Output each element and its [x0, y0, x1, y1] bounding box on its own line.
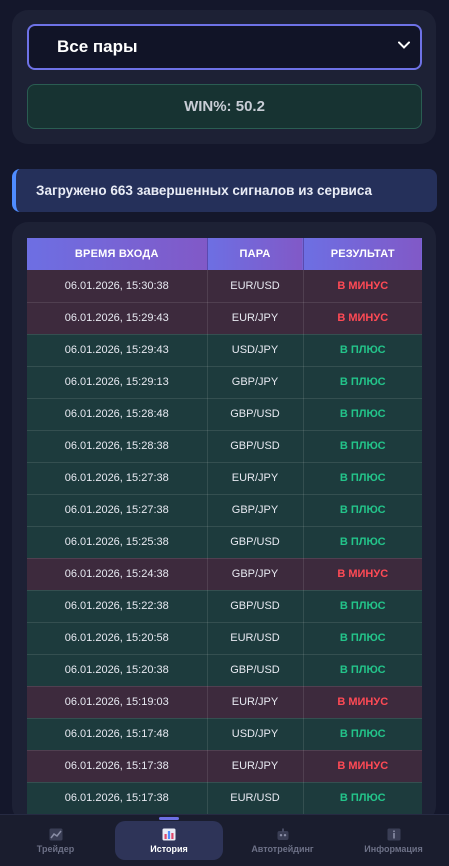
cell-result: В ПЛЮС: [303, 430, 422, 463]
nav-item-trader[interactable]: Трейдер: [0, 815, 111, 866]
pair-select-value: Все пары: [57, 37, 138, 56]
cell-entry-time: 06.01.2026, 15:17:48: [27, 718, 208, 751]
cell-result: В МИНУС: [303, 302, 422, 335]
cell-result: В ПЛЮС: [303, 654, 422, 687]
table-row: 06.01.2026, 15:25:38 GBP/USD В ПЛЮС: [27, 526, 422, 559]
nav-item-autotrading[interactable]: Автотрейдинг: [227, 815, 338, 866]
cell-pair: EUR/USD: [207, 622, 304, 655]
info-banner-text: Загружено 663 завершенных сигналов из се…: [36, 183, 373, 198]
winrate-label: WIN%: 50.2: [184, 98, 265, 115]
filter-card: Все пары WIN%: 50.2: [12, 10, 436, 144]
cell-entry-time: 06.01.2026, 15:27:38: [27, 462, 208, 495]
cell-entry-time: 06.01.2026, 15:20:38: [27, 654, 208, 687]
table-row: 06.01.2026, 15:29:43 USD/JPY В ПЛЮС: [27, 334, 422, 367]
table-row: 06.01.2026, 15:19:03 EUR/JPY В МИНУС: [27, 686, 422, 719]
cell-result: В ПЛЮС: [303, 494, 422, 527]
cell-entry-time: 06.01.2026, 15:27:38: [27, 494, 208, 527]
table-row: 06.01.2026, 15:27:38 EUR/JPY В ПЛЮС: [27, 462, 422, 495]
cell-result: В ПЛЮС: [303, 398, 422, 431]
table-row: 06.01.2026, 15:28:48 GBP/USD В ПЛЮС: [27, 398, 422, 431]
cell-pair: EUR/JPY: [207, 750, 304, 783]
history-table-card: Время входа Пара Результат 06.01.2026, 1…: [12, 222, 436, 822]
header-entry-time[interactable]: Время входа: [27, 238, 208, 270]
table-header-row: Время входа Пара Результат: [27, 238, 422, 270]
table-row: 06.01.2026, 15:20:38 GBP/USD В ПЛЮС: [27, 654, 422, 687]
nav-label-trader: Трейдер: [36, 843, 75, 854]
cell-result: В МИНУС: [303, 270, 422, 303]
page: Все пары WIN%: 50.2 Загружено 663 заверш…: [0, 0, 449, 866]
nav-label-autotrading: Автотрейдинг: [251, 843, 314, 854]
cell-pair: EUR/JPY: [207, 462, 304, 495]
cell-pair: GBP/USD: [207, 526, 304, 559]
cell-entry-time: 06.01.2026, 15:19:03: [27, 686, 208, 719]
cell-pair: EUR/JPY: [207, 686, 304, 719]
history-table: Время входа Пара Результат 06.01.2026, 1…: [27, 238, 422, 815]
cell-result: В ПЛЮС: [303, 622, 422, 655]
cell-entry-time: 06.01.2026, 15:29:43: [27, 302, 208, 335]
cell-entry-time: 06.01.2026, 15:17:38: [27, 750, 208, 783]
cell-result: В МИНУС: [303, 686, 422, 719]
cell-pair: USD/JPY: [207, 718, 304, 751]
cell-result: В ПЛЮС: [303, 366, 422, 399]
bottom-nav: Трейдер История Автотрейдинг Информация: [0, 814, 449, 866]
chevron-down-icon: [398, 40, 410, 52]
cell-pair: EUR/USD: [207, 270, 304, 303]
nav-item-info[interactable]: Информация: [338, 815, 449, 866]
table-row: 06.01.2026, 15:28:38 GBP/USD В ПЛЮС: [27, 430, 422, 463]
cell-pair: GBP/USD: [207, 430, 304, 463]
cell-result: В МИНУС: [303, 558, 422, 591]
nav-label-info: Информация: [364, 843, 423, 854]
cell-entry-time: 06.01.2026, 15:30:38: [27, 270, 208, 303]
cell-pair: GBP/JPY: [207, 558, 304, 591]
cell-entry-time: 06.01.2026, 15:29:13: [27, 366, 208, 399]
cell-pair: GBP/USD: [207, 590, 304, 623]
nav-item-history[interactable]: История: [115, 817, 223, 860]
cell-pair: GBP/USD: [207, 398, 304, 431]
cell-result: В МИНУС: [303, 750, 422, 783]
cell-entry-time: 06.01.2026, 15:28:48: [27, 398, 208, 431]
header-pair[interactable]: Пара: [207, 238, 304, 270]
info-icon: [387, 828, 400, 840]
cell-entry-time: 06.01.2026, 15:20:58: [27, 622, 208, 655]
nav-label-history: История: [150, 843, 188, 854]
table-row: 06.01.2026, 15:27:38 GBP/JPY В ПЛЮС: [27, 494, 422, 527]
cell-pair: USD/JPY: [207, 334, 304, 367]
cell-entry-time: 06.01.2026, 15:24:38: [27, 558, 208, 591]
chart-icon: [49, 828, 62, 840]
cell-entry-time: 06.01.2026, 15:28:38: [27, 430, 208, 463]
winrate-badge: WIN%: 50.2: [27, 84, 422, 129]
cell-entry-time: 06.01.2026, 15:22:38: [27, 590, 208, 623]
cell-pair: GBP/USD: [207, 654, 304, 687]
cell-result: В ПЛЮС: [303, 462, 422, 495]
table-row: 06.01.2026, 15:17:38 EUR/USD В ПЛЮС: [27, 782, 422, 815]
cell-pair: EUR/JPY: [207, 302, 304, 335]
cell-result: В ПЛЮС: [303, 590, 422, 623]
pair-select[interactable]: Все пары: [27, 24, 422, 70]
cell-pair: GBP/JPY: [207, 494, 304, 527]
table-row: 06.01.2026, 15:17:38 EUR/JPY В МИНУС: [27, 750, 422, 783]
cell-result: В ПЛЮС: [303, 334, 422, 367]
cell-entry-time: 06.01.2026, 15:29:43: [27, 334, 208, 367]
table-row: 06.01.2026, 15:29:43 EUR/JPY В МИНУС: [27, 302, 422, 335]
cell-result: В ПЛЮС: [303, 782, 422, 815]
history-icon: [162, 828, 176, 840]
info-banner: Загружено 663 завершенных сигналов из се…: [12, 169, 437, 212]
table-row: 06.01.2026, 15:24:38 GBP/JPY В МИНУС: [27, 558, 422, 591]
header-result[interactable]: Результат: [303, 238, 422, 270]
table-row: 06.01.2026, 15:20:58 EUR/USD В ПЛЮС: [27, 622, 422, 655]
table-row: 06.01.2026, 15:30:38 EUR/USD В МИНУС: [27, 270, 422, 303]
table-row: 06.01.2026, 15:17:48 USD/JPY В ПЛЮС: [27, 718, 422, 751]
cell-pair: GBP/JPY: [207, 366, 304, 399]
robot-icon: [277, 828, 288, 840]
cell-result: В ПЛЮС: [303, 526, 422, 559]
table-row: 06.01.2026, 15:22:38 GBP/USD В ПЛЮС: [27, 590, 422, 623]
cell-result: В ПЛЮС: [303, 718, 422, 751]
cell-entry-time: 06.01.2026, 15:17:38: [27, 782, 208, 815]
cell-pair: EUR/USD: [207, 782, 304, 815]
table-row: 06.01.2026, 15:29:13 GBP/JPY В ПЛЮС: [27, 366, 422, 399]
cell-entry-time: 06.01.2026, 15:25:38: [27, 526, 208, 559]
